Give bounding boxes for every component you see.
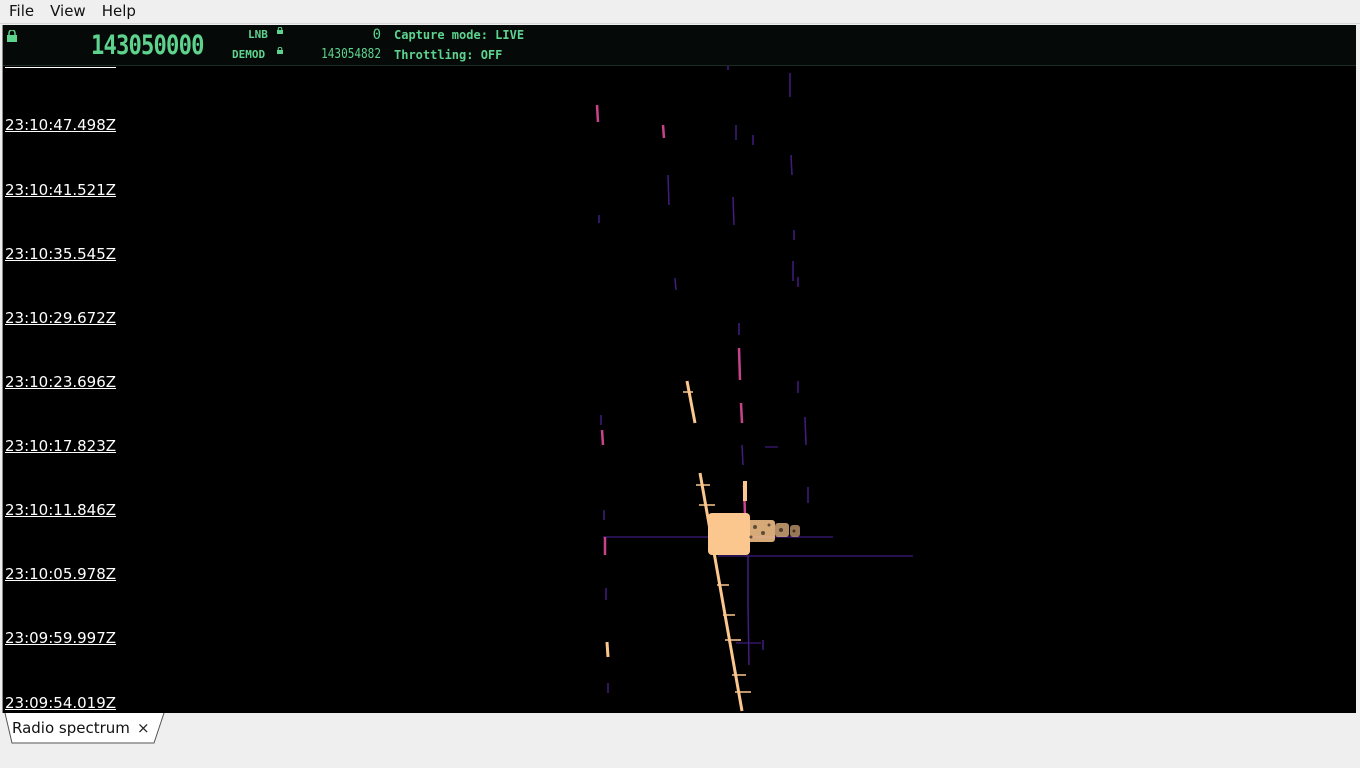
menu-help[interactable]: Help [92,0,142,23]
timestamp: 23:10:11.846Z [5,501,117,519]
lnb-label: LNB [248,28,268,41]
scroll-edge [1356,25,1360,713]
timestamp: 23:10:35.545Z [5,245,117,263]
close-icon[interactable]: × [137,719,150,737]
demod-label: DEMOD [232,48,266,61]
menu-bar: File View Help [0,0,1360,24]
demod-lock-icon[interactable] [277,47,283,54]
spectrum-view[interactable]: 23:10:53.375Z 23:10:47.498Z 23:10:41.521… [2,25,1357,713]
capture-mode-status: Capture mode: LIVE [394,28,525,42]
timestamp: 23:09:59.997Z [5,629,117,647]
lnb-value[interactable]: 0 [363,27,381,43]
menu-file[interactable]: File [0,0,40,23]
throttling-status: Throttling: OFF [394,48,503,62]
tab-label: Radio spectrum [12,719,130,737]
timestamp: 23:10:05.978Z [5,565,117,583]
timestamp: 23:09:54.019Z [5,694,117,712]
tab-radio-spectrum[interactable]: Radio spectrum × [4,713,165,744]
center-frequency[interactable]: 143050000 [91,31,204,61]
tab-bar: Radio spectrum × [0,713,1360,768]
timestamp: 23:10:17.823Z [5,437,117,455]
timestamp: 23:10:47.498Z [5,116,117,134]
demod-value[interactable]: 143054882 [315,47,381,62]
menu-view[interactable]: View [40,0,92,23]
timestamp: 23:10:23.696Z [5,373,117,391]
timestamp: 23:10:41.521Z [5,181,117,199]
lock-icon[interactable] [6,30,18,42]
status-header: 143050000 LNB 0 DEMOD 143054882 Capture … [3,25,1357,66]
timestamp: 23:10:29.672Z [5,309,117,327]
lnb-lock-icon[interactable] [277,27,283,34]
waterfall-display[interactable] [3,25,1357,713]
